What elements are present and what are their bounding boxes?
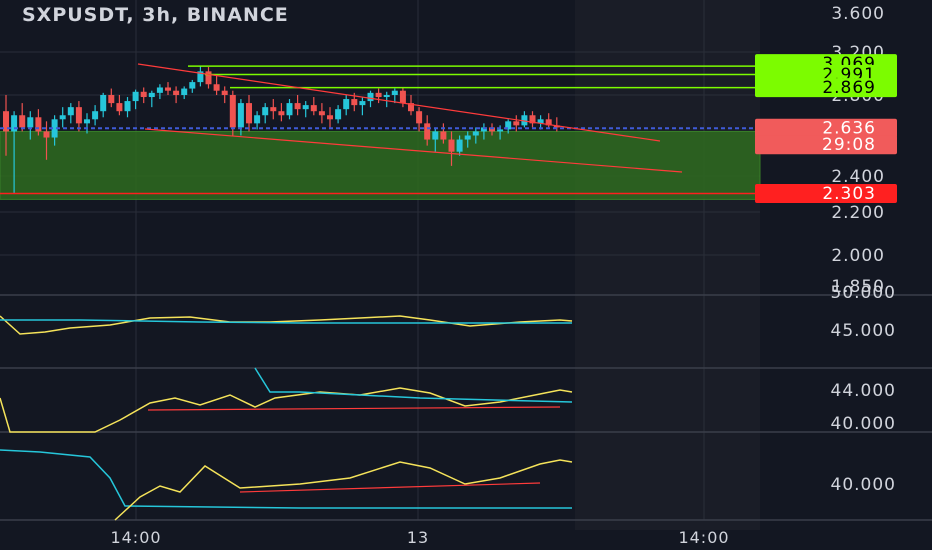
candle-body	[75, 107, 82, 124]
candle-body	[448, 139, 455, 152]
indicator-axis-tick: 44.000	[831, 381, 896, 401]
indicator-axis-tick: 40.000	[831, 414, 896, 434]
candle-body	[327, 115, 333, 120]
indicator-axis-tick: 50.000	[831, 283, 896, 303]
candle-body	[19, 115, 26, 128]
candle-body	[237, 103, 244, 128]
candle-body	[343, 99, 350, 110]
candle-body	[140, 91, 147, 98]
candle-body	[270, 107, 277, 112]
candle-body	[318, 111, 325, 116]
candle-body	[513, 121, 520, 126]
candle-body	[335, 109, 342, 120]
price-label-text: 2.303	[822, 184, 876, 204]
candle-body	[440, 131, 447, 140]
support-zone	[0, 130, 761, 200]
candle-body	[27, 117, 34, 128]
candle-body	[213, 84, 220, 91]
candle-body	[262, 107, 269, 116]
candle-body	[35, 117, 42, 132]
candle-body	[399, 90, 406, 104]
candle-body	[391, 90, 398, 95]
candle-body	[43, 131, 50, 138]
candle-body	[92, 111, 99, 120]
candle-body	[278, 111, 285, 116]
candle-body	[383, 95, 390, 98]
candle-body	[59, 115, 66, 120]
candle-body	[286, 103, 293, 116]
candle-body	[351, 99, 358, 106]
time-axis-tick: 14:00	[678, 528, 729, 547]
candle-body	[246, 103, 252, 124]
candle-body	[189, 82, 196, 89]
candle-body	[148, 92, 155, 98]
candle-body	[432, 131, 439, 140]
candle-body	[221, 90, 228, 95]
candle-body	[84, 119, 90, 124]
candle-body	[229, 95, 236, 128]
candle-body	[156, 87, 163, 93]
candle-body	[456, 139, 463, 152]
candle-body	[100, 95, 107, 112]
candle-body	[497, 129, 504, 132]
price-label-text: 2.869	[822, 78, 876, 98]
candle-body	[124, 101, 131, 112]
time-axis-tick: 13	[407, 528, 429, 547]
candle-body	[205, 71, 212, 85]
price-axis-tick: 3.600	[831, 4, 885, 24]
candle-body	[165, 87, 171, 91]
candle-body	[254, 115, 261, 124]
candle-body	[302, 105, 309, 110]
price-label-text: 29:08	[822, 135, 876, 155]
candle-body	[367, 92, 374, 102]
candle-body	[108, 95, 115, 104]
chart-title: SXPUSDT, 3h, BINANCE	[22, 4, 289, 26]
candle-body	[464, 135, 471, 140]
candle-body	[173, 90, 180, 95]
candle-body	[416, 111, 423, 124]
future-area-shade	[575, 0, 760, 530]
candle-body	[132, 91, 139, 102]
candle-body	[472, 131, 479, 136]
trading-chart[interactable]: 3.6003.2002.8002.4002.2002.0001.8503.069…	[0, 0, 932, 550]
candle-body	[294, 103, 301, 110]
candle-body	[424, 123, 431, 140]
price-axis-tick: 2.200	[831, 203, 885, 223]
candle-body	[375, 92, 382, 98]
candle-body	[67, 107, 74, 116]
time-axis-tick: 14:00	[110, 528, 161, 547]
price-axis-tick: 2.000	[831, 246, 885, 266]
indicator-axis-tick: 40.000	[831, 475, 896, 495]
candle-body	[359, 101, 366, 106]
candle-body	[116, 103, 123, 112]
candle-body	[181, 88, 188, 95]
candle-body	[310, 105, 317, 112]
indicator-axis-tick: 45.000	[831, 321, 896, 341]
